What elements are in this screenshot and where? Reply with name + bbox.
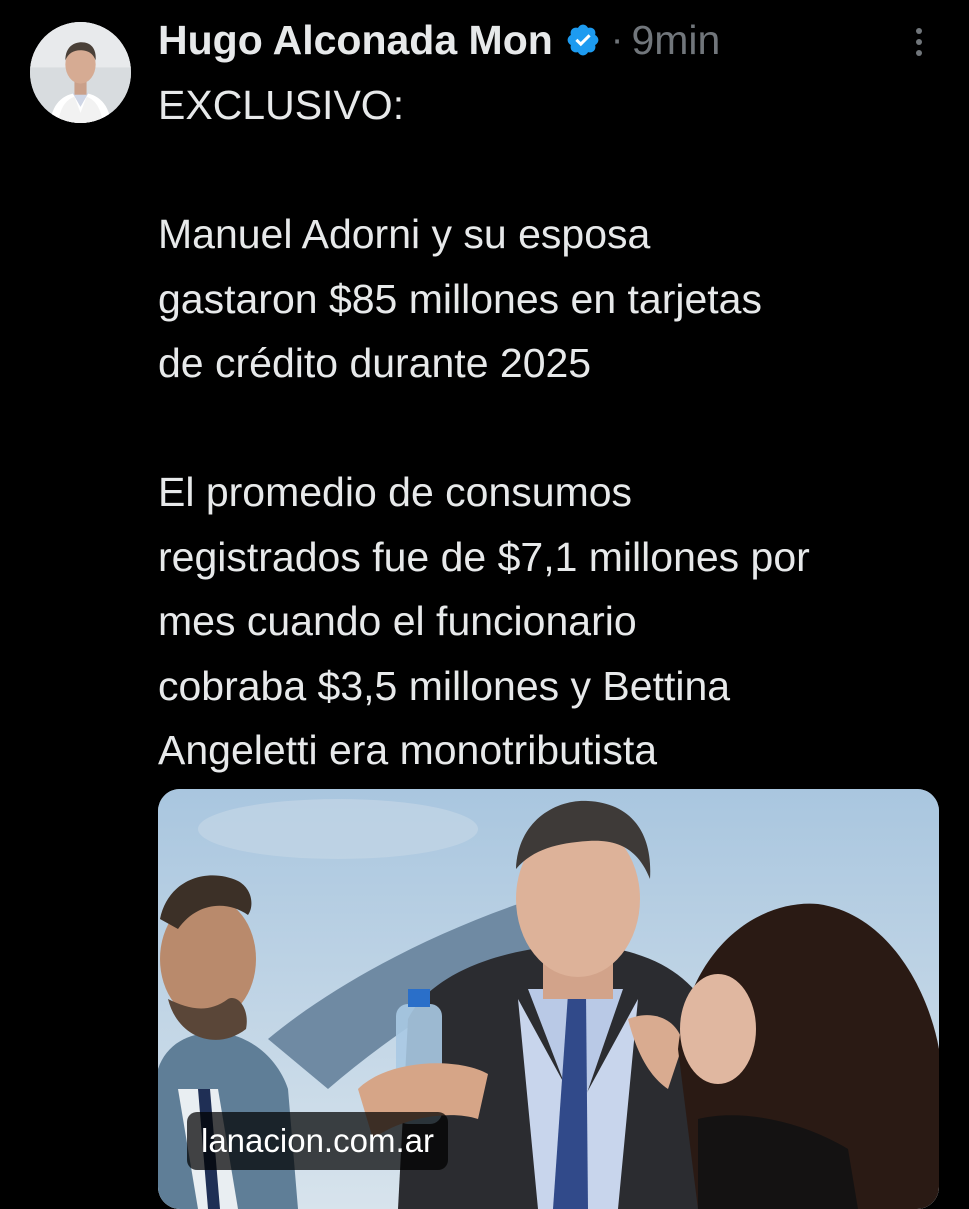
- tweet-header: Hugo Alconada Mon · 9min: [158, 12, 720, 68]
- header-separator: ·: [610, 18, 624, 61]
- tweet-text-line: El promedio de consumos: [158, 469, 633, 515]
- author-display-name[interactable]: Hugo Alconada Mon: [158, 17, 553, 64]
- tweet-timestamp[interactable]: 9min: [631, 17, 720, 64]
- verified-badge-icon[interactable]: [565, 22, 601, 58]
- tweet-text-line: EXCLUSIVO:: [158, 82, 405, 128]
- tweet-text-line: gastaron $85 millones en tarjetas: [158, 275, 762, 322]
- tweet-text-line: Angeletti era monotributista: [158, 727, 658, 773]
- media-source-badge[interactable]: lanacion.com.ar: [187, 1112, 448, 1170]
- tweet-text-line: de crédito durante 2025: [158, 340, 592, 386]
- tweet-text-line: cobraba $3,5 millones y Bettina: [158, 662, 731, 709]
- tweet-text-line: registrados fue de $7,1 millones por: [158, 533, 810, 580]
- avatar-photo: [30, 22, 131, 123]
- more-options-icon[interactable]: [904, 24, 934, 60]
- tweet-text: EXCLUSIVO: Manuel Adorni y su esposa gas…: [158, 73, 958, 783]
- tweet-text-line: mes cuando el funcionario: [158, 598, 637, 644]
- tweet-text-line: Manuel Adorni y su esposa: [158, 211, 651, 257]
- avatar[interactable]: [30, 22, 131, 123]
